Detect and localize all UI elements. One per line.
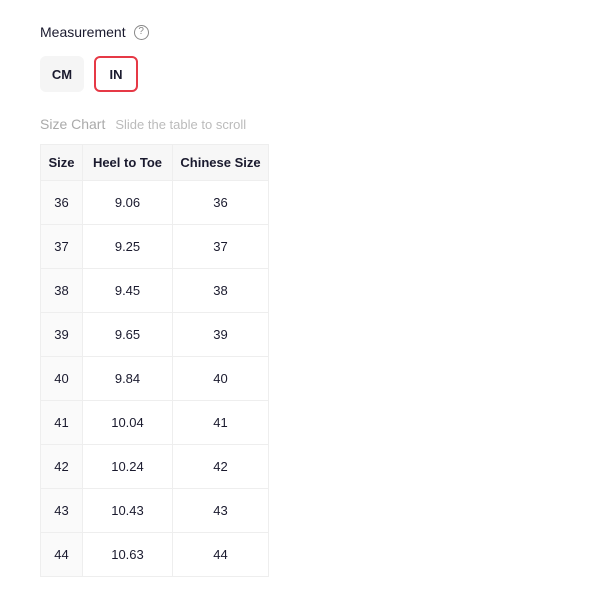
measurement-header: Measurement ? <box>40 24 600 40</box>
cell-size: 43 <box>41 489 83 533</box>
unit-cm-button[interactable]: CM <box>40 56 84 92</box>
table-header-row: Size Heel to Toe Chinese Size <box>41 145 269 181</box>
table-row: 43 10.43 43 <box>41 489 269 533</box>
measurement-label: Measurement <box>40 24 126 40</box>
cell-heel-to-toe: 10.43 <box>83 489 173 533</box>
cell-chinese-size: 38 <box>173 269 269 313</box>
unit-toggle: CM IN <box>40 56 600 92</box>
unit-in-button[interactable]: IN <box>94 56 138 92</box>
cell-heel-to-toe: 9.65 <box>83 313 173 357</box>
cell-heel-to-toe: 10.24 <box>83 445 173 489</box>
table-row: 41 10.04 41 <box>41 401 269 445</box>
cell-size: 39 <box>41 313 83 357</box>
size-chart-table: Size Heel to Toe Chinese Size 36 9.06 36… <box>40 144 269 577</box>
cell-heel-to-toe: 10.63 <box>83 533 173 577</box>
help-icon[interactable]: ? <box>134 25 149 40</box>
cell-chinese-size: 44 <box>173 533 269 577</box>
table-row: 44 10.63 44 <box>41 533 269 577</box>
cell-chinese-size: 42 <box>173 445 269 489</box>
cell-chinese-size: 39 <box>173 313 269 357</box>
header-heel-to-toe: Heel to Toe <box>83 145 173 181</box>
cell-size: 37 <box>41 225 83 269</box>
cell-size: 44 <box>41 533 83 577</box>
cell-size: 38 <box>41 269 83 313</box>
table-row: 37 9.25 37 <box>41 225 269 269</box>
cell-chinese-size: 37 <box>173 225 269 269</box>
cell-heel-to-toe: 10.04 <box>83 401 173 445</box>
table-row: 39 9.65 39 <box>41 313 269 357</box>
header-chinese-size: Chinese Size <box>173 145 269 181</box>
cell-size: 42 <box>41 445 83 489</box>
cell-chinese-size: 40 <box>173 357 269 401</box>
table-row: 42 10.24 42 <box>41 445 269 489</box>
table-row: 38 9.45 38 <box>41 269 269 313</box>
table-row: 40 9.84 40 <box>41 357 269 401</box>
cell-chinese-size: 41 <box>173 401 269 445</box>
scroll-hint: Slide the table to scroll <box>115 117 246 132</box>
size-chart-table-wrap[interactable]: Size Heel to Toe Chinese Size 36 9.06 36… <box>40 144 288 577</box>
chart-title-row: Size Chart Slide the table to scroll <box>40 116 600 132</box>
table-row: 36 9.06 36 <box>41 181 269 225</box>
header-size: Size <box>41 145 83 181</box>
size-chart-title: Size Chart <box>40 116 105 132</box>
cell-size: 40 <box>41 357 83 401</box>
cell-size: 41 <box>41 401 83 445</box>
cell-chinese-size: 36 <box>173 181 269 225</box>
cell-size: 36 <box>41 181 83 225</box>
cell-heel-to-toe: 9.06 <box>83 181 173 225</box>
cell-heel-to-toe: 9.84 <box>83 357 173 401</box>
cell-heel-to-toe: 9.45 <box>83 269 173 313</box>
cell-heel-to-toe: 9.25 <box>83 225 173 269</box>
cell-chinese-size: 43 <box>173 489 269 533</box>
